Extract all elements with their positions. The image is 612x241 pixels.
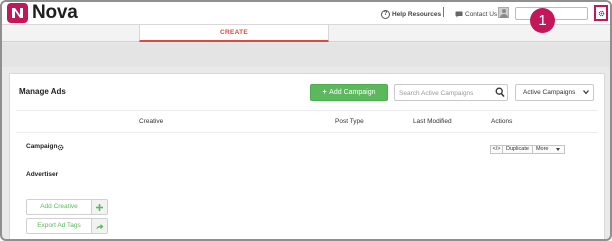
advertiser-label: Advertiser <box>26 171 59 178</box>
nova-logo[interactable]: Nova <box>7 3 78 23</box>
header-divider-line <box>16 110 598 111</box>
chevron-down-icon <box>583 90 589 95</box>
user-avatar-icon[interactable] <box>498 7 509 18</box>
help-resources-link[interactable]: ? Help Resources <box>381 8 441 20</box>
contact-us-label: Contact Us <box>465 10 498 18</box>
settings-button[interactable] <box>594 5 608 21</box>
column-header-post-type: Post Type <box>335 118 364 125</box>
gear-icon <box>598 10 604 16</box>
plus-glyph <box>96 203 103 211</box>
more-dropdown[interactable]: More <box>531 145 565 154</box>
add-creative-button[interactable]: Add Creative <box>26 199 108 215</box>
nova-logo-icon <box>7 3 28 23</box>
search-input[interactable] <box>399 88 489 98</box>
search-icon[interactable] <box>495 87 505 98</box>
avatar-body <box>500 14 508 18</box>
avatar-head <box>502 9 506 13</box>
column-header-creative: Creative <box>139 118 164 125</box>
toolbar-area <box>2 43 610 67</box>
add-campaign-button[interactable]: + Add Campaign <box>310 84 388 101</box>
filter-value: Active Campaigns <box>523 89 576 96</box>
chat-bubble-icon <box>455 11 463 17</box>
top-header: Nova ? Help Resources Contact Us <box>2 2 610 25</box>
plus-icon <box>91 200 107 214</box>
campaign-label: Campaign <box>26 143 58 150</box>
more-label: More <box>535 146 549 152</box>
plus-icon: + <box>322 89 327 96</box>
campaign-filter-select[interactable]: Active Campaigns <box>515 84 594 101</box>
add-campaign-label: Add Campaign <box>329 89 376 96</box>
add-creative-label: Add Creative <box>40 203 78 210</box>
campaign-actions: </> Duplicate More <box>490 145 565 154</box>
share-arrow-icon <box>91 219 107 233</box>
export-ad-tags-label: Export Ad Tags <box>37 222 81 229</box>
export-ad-tags-button[interactable]: Export Ad Tags <box>26 218 108 234</box>
header-divider <box>443 7 444 17</box>
tab-strip: CREATE <box>2 25 610 42</box>
campaign-search <box>394 84 508 101</box>
column-header-last-modified: Last Modified <box>413 118 452 125</box>
contact-us-link[interactable]: Contact Us <box>455 8 497 20</box>
table-header-divider <box>16 132 598 133</box>
help-icon: ? <box>381 9 390 19</box>
tab-create[interactable]: CREATE <box>139 25 329 42</box>
caret-down-icon <box>555 148 560 151</box>
step-callout-badge: 1 <box>530 8 555 33</box>
campaign-settings-gear-icon[interactable] <box>57 144 64 151</box>
page-title: Manage Ads <box>19 87 66 96</box>
app-name: Nova <box>32 2 78 23</box>
duplicate-button[interactable]: Duplicate <box>502 145 533 154</box>
column-header-actions: Actions <box>491 118 513 125</box>
share-arrow-glyph <box>96 223 103 229</box>
help-resources-label: Help Resources <box>392 10 442 18</box>
app-window: Nova ? Help Resources Contact Us CREATE <box>0 0 612 241</box>
